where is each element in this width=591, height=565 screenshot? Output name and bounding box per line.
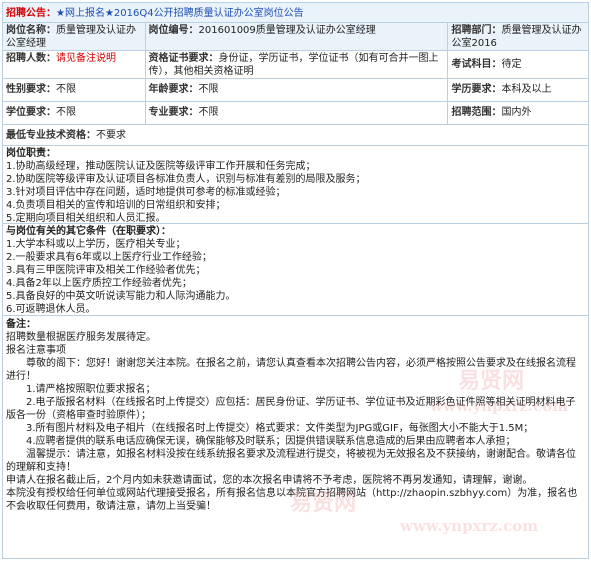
announcement-title-link[interactable]: ★网上报名★2016Q4公开招聘质量认证办公室岗位公告 (56, 8, 304, 19)
notes-item: 2.电子版报名材料（在线报名时上传提交）应包括：居民身份证、学历证书、学位证书及… (6, 397, 576, 421)
row-conditions: 与岗位有关的其它条件（在职要求）： 1.大学本科或以上学历，医疗相关专业； 2.… (3, 224, 588, 316)
post-code-value: 201601009质量管理及认证办公室经理 (198, 25, 376, 36)
conditions-title: 与岗位有关的其它条件（在职要求）： (6, 226, 171, 237)
row-notes: 备注： 招聘数量根据医疗服务发展待定。 报名注意事项 尊敬的阁下：您好！谢谢您关… (3, 316, 588, 558)
condition-item: 3.具有三甲医院评审及相关工作经验者优先； (6, 265, 206, 276)
duty-item: 5.定期向项目相关组织和人员汇报。 (6, 213, 166, 223)
conditions-cell: 与岗位有关的其它条件（在职要求）： 1.大学本科或以上学历，医疗相关专业； 2.… (3, 224, 588, 315)
exam-cell: 考试科目：待定 (448, 51, 588, 78)
tech-value: 不要求 (96, 130, 126, 141)
duty-item: 1.协助高级经理，推动医院认证及医院等级评审工作开展和任务完成； (6, 161, 316, 172)
announcement-label: 招聘公告： (6, 8, 56, 19)
notes-paragraph: 尊敬的阁下：您好！谢谢您关注本院。在报名之前，请您认真查看本次招聘公告内容，必须… (6, 358, 576, 382)
duty-item: 2.协助医院等级评审及认证项目各标准负责人，识别与标准有差别的局限及服务； (6, 174, 366, 185)
row-post-info: 岗位名称：质量管理及认证办公室经理 岗位编号：201601009质量管理及认证办… (3, 23, 588, 51)
edu-label: 学历要求： (451, 84, 502, 95)
range-label: 招聘范围： (451, 107, 502, 118)
gender-value: 不限 (56, 84, 76, 95)
major-label: 专业要求： (148, 107, 199, 118)
major-value: 不限 (198, 107, 219, 118)
degree-label: 学位要求： (6, 107, 56, 118)
notes-item: 1.请严格按照职位要求报名； (26, 384, 156, 395)
notes-paragraph: 申请人在报名截止后，2个月内如未获邀请面试，您的本次报名申请将不予考虑，医院将不… (6, 475, 533, 486)
condition-item: 2.一般要求具有6年或以上医疗行业工作经验； (6, 252, 212, 263)
notes-item: 3.所有图片材料及电子相片（在线报名时上传提交）格式要求：文件类型为JPG或GI… (26, 423, 534, 434)
post-code-cell: 岗位编号：201601009质量管理及认证办公室经理 (145, 23, 449, 50)
degree-value: 不限 (56, 107, 76, 118)
row-tech: 最低专业技术资格：不要求 (3, 125, 588, 146)
age-cell: 年龄要求：不限 (146, 79, 449, 101)
edu-value: 本科及以上 (501, 84, 552, 95)
duties-title: 岗位职责： (6, 148, 56, 159)
notes-paragraph: 本院没有授权给任何单位或网站代理接受报名，所有报名信息以本院官方招聘网站（htt… (6, 488, 578, 512)
tech-cell: 最低专业技术资格：不要求 (3, 125, 588, 145)
tech-label: 最低专业技术资格： (6, 130, 96, 141)
duty-item: 4.负责项目相关的宣传和培训的日常组织和安排； (6, 200, 226, 211)
exam-label: 考试科目： (451, 59, 502, 70)
job-posting-table: 招聘公告：★网上报名★2016Q4公开招聘质量认证办公室岗位公告 岗位名称：质量… (2, 2, 589, 559)
dept-label: 招聘部门： (451, 25, 502, 36)
row-duties: 岗位职责： 1.协助高级经理，推动医院认证及医院等级评审工作开展和任务完成； 2… (3, 146, 588, 224)
condition-item: 5.具备良好的中英文听说读写能力和人际沟通能力。 (6, 291, 236, 302)
gender-cell: 性别要求：不限 (3, 79, 146, 101)
gender-label: 性别要求： (6, 84, 56, 95)
row-gender-age: 性别要求：不限 年龄要求：不限 学历要求：本科及以上 (3, 79, 588, 102)
notes-line: 招聘数量根据医疗服务发展待定。 (6, 332, 156, 343)
duties-cell: 岗位职责： 1.协助高级经理，推动医院认证及医院等级评审工作开展和任务完成； 2… (3, 146, 588, 223)
row-degree-major: 学位要求：不限 专业要求：不限 招聘范围：国内外 (3, 102, 588, 125)
row-count-cert: 招聘人数：请见备注说明 资格证书要求：身份证，学历证书，学位证书（如有可合并一图… (3, 51, 588, 79)
post-code-label: 岗位编号： (148, 25, 199, 36)
condition-item: 4.具备2年以上医疗质控工作经验者优先； (6, 278, 192, 289)
range-value: 国内外 (501, 107, 532, 118)
edu-cell: 学历要求：本科及以上 (448, 79, 588, 101)
header-row: 招聘公告：★网上报名★2016Q4公开招聘质量认证办公室岗位公告 (3, 3, 588, 23)
notes-cell: 备注： 招聘数量根据医疗服务发展待定。 报名注意事项 尊敬的阁下：您好！谢谢您关… (3, 316, 588, 558)
count-value: 请见备注说明 (56, 53, 116, 64)
degree-cell: 学位要求：不限 (3, 102, 146, 124)
cert-label: 资格证书要求： (148, 53, 219, 64)
notes-title: 备注： (6, 319, 36, 330)
header-cell: 招聘公告：★网上报名★2016Q4公开招聘质量认证办公室岗位公告 (3, 4, 588, 21)
post-name-cell: 岗位名称：质量管理及认证办公室经理 (3, 23, 146, 50)
notes-line: 报名注意事项 (6, 345, 66, 356)
duty-item: 3.针对项目评估中存在问题，适时地提供可参考的标准或经验； (6, 187, 286, 198)
count-cell: 招聘人数：请见备注说明 (3, 51, 146, 78)
range-cell: 招聘范围：国内外 (448, 102, 588, 124)
count-label: 招聘人数： (6, 53, 56, 64)
cert-cell: 资格证书要求：身份证，学历证书，学位证书（如有可合并一图上传），其他相关资格证明 (146, 51, 449, 78)
notes-item: 4.应聘者提供的联系电话应确保无误，确保能够及时联系；因提供错误联系信息造成的后… (26, 436, 516, 447)
condition-item: 6.可返聘退休人员。 (6, 304, 96, 315)
post-name-label: 岗位名称： (6, 25, 56, 36)
age-value: 不限 (198, 84, 219, 95)
notes-paragraph: 温馨提示：请注意，如报名材料没按在线系统报名要求及流程进行提交，将被视为无效报名… (6, 449, 576, 473)
condition-item: 1.大学本科或以上学历，医疗相关专业； (6, 239, 186, 250)
dept-cell: 招聘部门：质量管理及认证办公室2016 (448, 23, 588, 50)
major-cell: 专业要求：不限 (146, 102, 449, 124)
age-label: 年龄要求： (148, 84, 199, 95)
exam-value: 待定 (501, 59, 522, 70)
